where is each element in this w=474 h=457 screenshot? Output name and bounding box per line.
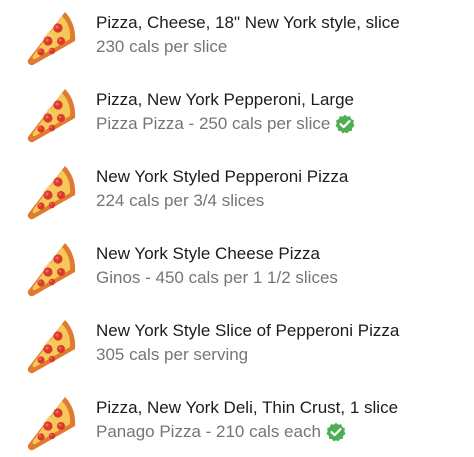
food-subtitle: 305 cals per serving	[96, 344, 248, 366]
pizza-slice-icon	[19, 393, 79, 453]
food-subtitle-text: 224 cals per 3/4 slices	[96, 191, 265, 210]
list-item[interactable]: New York Styled Pepperoni Pizza 224 cals…	[0, 154, 474, 231]
food-subtitle: Panago Pizza - 210 cals each	[96, 421, 346, 443]
food-title: New York Styled Pepperoni Pizza	[96, 167, 349, 186]
list-item[interactable]: New York Style Cheese Pizza Ginos - 450 …	[0, 231, 474, 308]
verified-check-icon	[335, 114, 355, 134]
food-subtitle-text: 230 cals per slice	[96, 37, 228, 56]
food-subtitle-text: Pizza Pizza - 250 cals per slice	[96, 114, 331, 133]
food-subtitle-text: 305 cals per serving	[96, 345, 249, 364]
list-item[interactable]: Pizza, Cheese, 18" New York style, slice…	[0, 0, 474, 77]
food-subtitle: Pizza Pizza - 250 cals per slice	[96, 113, 355, 135]
food-subtitle: 224 cals per 3/4 slices	[96, 190, 264, 212]
food-search-results-list: Pizza, Cheese, 18" New York style, slice…	[0, 0, 474, 457]
verified-check-icon	[326, 422, 346, 442]
list-item[interactable]: New York Style Slice of Pepperoni Pizza …	[0, 308, 474, 385]
food-title: Pizza, New York Pepperoni, Large	[96, 90, 354, 109]
pizza-slice-icon	[19, 316, 79, 376]
food-title: New York Style Cheese Pizza	[96, 244, 320, 263]
food-title: New York Style Slice of Pepperoni Pizza	[96, 321, 400, 340]
food-subtitle: Ginos - 450 cals per 1 1/2 slices	[96, 267, 338, 289]
pizza-slice-icon	[19, 162, 79, 222]
food-title: Pizza, New York Deli, Thin Crust, 1 slic…	[96, 398, 399, 417]
food-subtitle-text: Panago Pizza - 210 cals each	[96, 422, 321, 441]
pizza-slice-icon	[19, 239, 79, 299]
pizza-slice-icon	[19, 85, 79, 145]
food-title: Pizza, Cheese, 18" New York style, slice	[96, 13, 400, 32]
list-item[interactable]: Pizza, New York Pepperoni, Large Pizza P…	[0, 77, 474, 154]
food-subtitle-text: Ginos - 450 cals per 1 1/2 slices	[96, 268, 338, 287]
food-subtitle: 230 cals per slice	[96, 36, 227, 58]
pizza-slice-icon	[19, 8, 79, 68]
list-item[interactable]: Pizza, New York Deli, Thin Crust, 1 slic…	[0, 385, 474, 457]
